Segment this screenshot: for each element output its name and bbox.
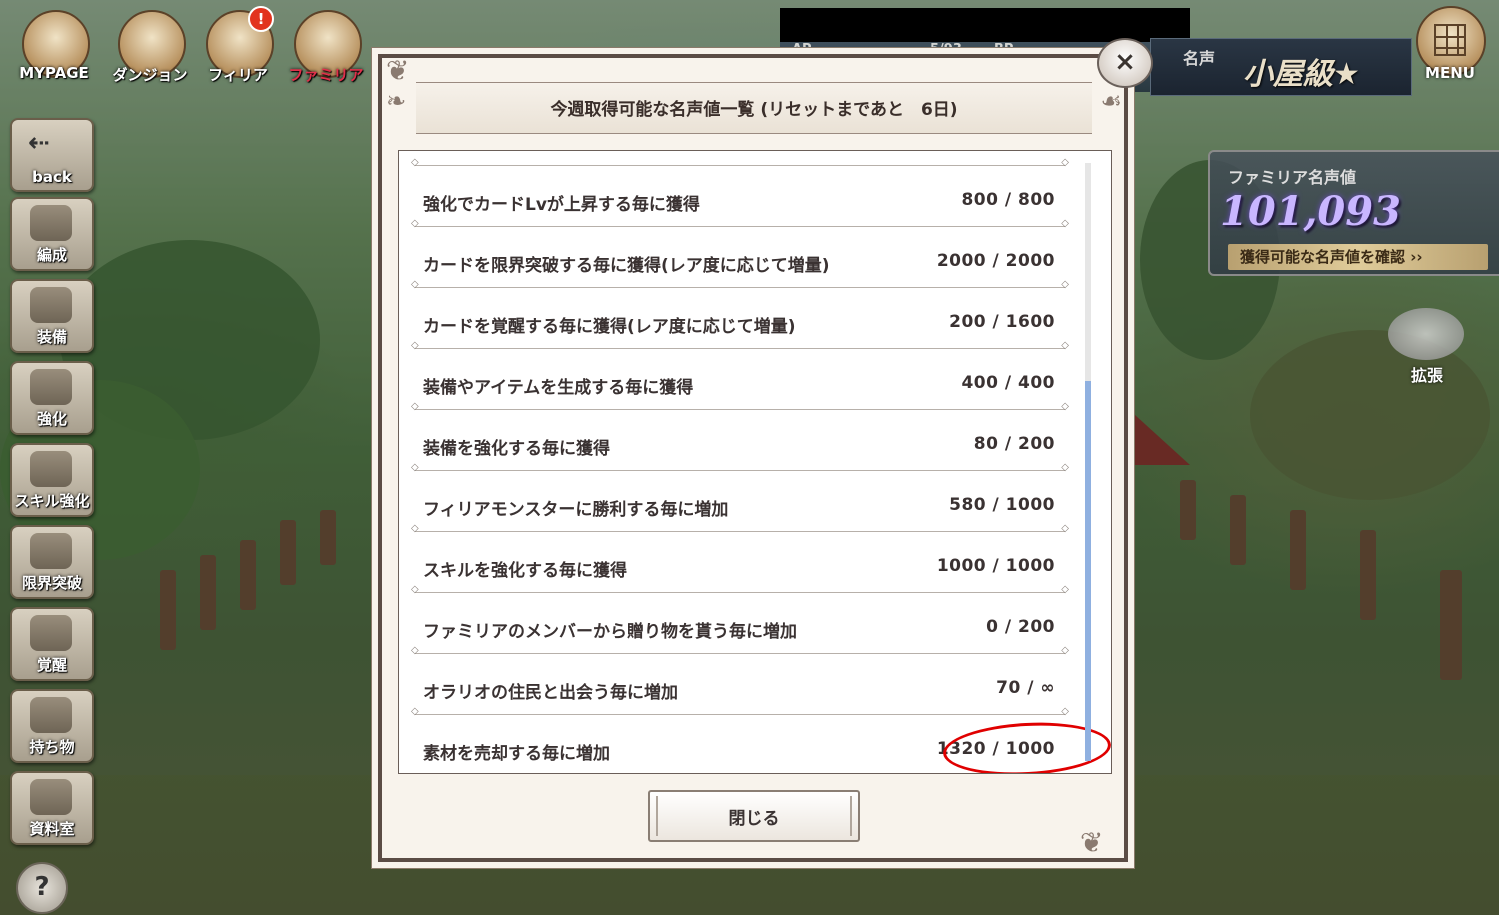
item-name: 装備を強化する毎に獲得 <box>423 439 610 459</box>
hammer-icon <box>1388 308 1464 360</box>
enhance-icon <box>30 369 72 405</box>
help-button[interactable]: ? <box>16 862 68 914</box>
item-name: 装備やアイテムを生成する毎に獲得 <box>423 378 694 398</box>
skill-icon <box>30 451 72 487</box>
ornament-icon: ❧ <box>386 87 407 115</box>
sidebar-label: back <box>32 168 72 186</box>
rank-box: 名声 小屋級★ <box>1150 38 1412 96</box>
familia-fame-panel: ファミリア名声値 101,093 獲得可能な名声値を確認 ›› <box>1208 150 1499 276</box>
menu-button[interactable]: MENU <box>1408 6 1492 92</box>
item-value: 2000 / 2000 <box>936 251 1055 271</box>
item-value: 0 / 200 <box>986 617 1055 637</box>
item-value: 80 / 200 <box>973 434 1055 454</box>
limit-break-icon <box>30 533 72 569</box>
expand-label: 拡張 <box>1410 366 1443 385</box>
sidebar-label: 編成 <box>36 246 67 264</box>
item-name: カードを限界突破する毎に獲得(レア度に応じて増量) <box>423 256 830 276</box>
close-icon[interactable]: × <box>1097 38 1153 88</box>
sidebar-item-skill[interactable]: スキル強化 <box>10 443 94 517</box>
fame-list-dialog: ❦ ❦ ❧ ☙ 今週取得可能な名声値一覧 (リセットまであと 6日) 強化でカー… <box>372 48 1134 868</box>
rank-label: 名声 <box>1183 49 1216 68</box>
item-name: オラリオの住民と出会う毎に増加 <box>423 683 678 703</box>
list-item: カードを覚醒する毎に獲得(レア度に応じて増量) 200 / 1600 <box>399 279 1079 348</box>
item-value: 580 / 1000 <box>949 495 1055 515</box>
party-icon <box>30 205 72 241</box>
sidebar-label: 持ち物 <box>29 738 75 756</box>
fame-title: ファミリア名声値 <box>1228 168 1357 187</box>
item-value: 200 / 1600 <box>949 312 1055 332</box>
sidebar-label: 限界突破 <box>21 574 82 592</box>
scrollbar[interactable] <box>1085 163 1091 761</box>
item-name: スキルを強化する毎に獲得 <box>423 561 627 581</box>
fame-value: 101,093 <box>1220 188 1401 235</box>
corner-ornament-icon: ❦ <box>386 54 410 87</box>
dialog-title: 今週取得可能な名声値一覧 (リセットまであと 6日) <box>550 100 958 120</box>
sidebar-item-enhance[interactable]: 強化 <box>10 361 94 435</box>
sidebar-label: 覚醒 <box>36 656 67 674</box>
item-value: 1000 / 1000 <box>936 556 1055 576</box>
list-item: カードを限界突破する毎に獲得(レア度に応じて増量) 2000 / 2000 <box>399 218 1079 287</box>
list-item: ファミリアのメンバーから贈り物を貰う毎に増加 0 / 200 <box>399 584 1079 653</box>
sidebar-back-button[interactable]: ⇠ back <box>10 118 94 192</box>
item-name: 素材を売却する毎に増加 <box>423 744 610 764</box>
menu-label: MENU <box>1425 64 1475 82</box>
list-item: 強化でカードLvが上昇する毎に獲得 800 / 800 <box>399 157 1079 226</box>
awaken-icon <box>30 615 72 651</box>
expand-button[interactable]: 拡張 <box>1384 300 1470 386</box>
item-value: 800 / 800 <box>961 190 1055 210</box>
grid-icon <box>1434 24 1466 56</box>
inventory-icon <box>30 697 72 733</box>
back-arrow-icon: ⇠ <box>28 128 50 158</box>
rank-value: 小屋級★ <box>1243 57 1360 92</box>
nav-familia[interactable]: ファミリア <box>284 10 368 94</box>
list-item: オラリオの住民と出会う毎に増加 70 / ∞ <box>399 645 1079 714</box>
nav-dungeon[interactable]: ダンジョン <box>108 10 192 94</box>
sidebar-label: 強化 <box>36 410 67 428</box>
nav-label: ダンジョン <box>112 66 188 84</box>
close-button-label: 閉じる <box>728 809 780 829</box>
sidebar-label: 装備 <box>36 328 67 346</box>
sidebar-item-inventory[interactable]: 持ち物 <box>10 689 94 763</box>
close-button[interactable]: 閉じる <box>648 790 860 842</box>
item-value: 400 / 400 <box>961 373 1055 393</box>
check-fame-link[interactable]: 獲得可能な名声値を確認 ›› <box>1228 244 1488 270</box>
item-name: カードを覚醒する毎に獲得(レア度に応じて増量) <box>423 317 796 337</box>
sidebar-item-equipment[interactable]: 装備 <box>10 279 94 353</box>
item-name: 強化でカードLvが上昇する毎に獲得 <box>423 195 700 215</box>
sidebar-item-awaken[interactable]: 覚醒 <box>10 607 94 681</box>
scrollbar-thumb[interactable] <box>1085 381 1091 761</box>
dialog-header: ❧ ☙ 今週取得可能な名声値一覧 (リセットまであと 6日) <box>386 82 1122 134</box>
equipment-icon <box>30 287 72 323</box>
list-item: 装備やアイテムを生成する毎に獲得 400 / 400 <box>399 340 1079 409</box>
sidebar-label: 資料室 <box>29 820 75 838</box>
nav-label: MYPAGE <box>19 64 89 82</box>
sidebar-item-limit-break[interactable]: 限界突破 <box>10 525 94 599</box>
nav-philia[interactable]: ! フィリア <box>196 6 280 94</box>
item-name: フィリアモンスターに勝利する毎に増加 <box>423 500 729 520</box>
list-item: スキルを強化する毎に獲得 1000 / 1000 <box>399 523 1079 592</box>
sidebar-item-party[interactable]: 編成 <box>10 197 94 271</box>
nav-mypage[interactable]: MYPAGE <box>12 10 96 94</box>
nav-label: ファミリア <box>288 66 364 84</box>
ornament-icon: ☙ <box>1100 87 1122 115</box>
fame-list[interactable]: 強化でカードLvが上昇する毎に獲得 800 / 800 カードを限界突破する毎に… <box>398 150 1112 774</box>
alert-badge: ! <box>248 6 274 32</box>
item-value: 70 / ∞ <box>996 678 1055 698</box>
redacted-area <box>780 8 1190 42</box>
archive-icon <box>30 779 72 815</box>
sidebar-item-archive[interactable]: 資料室 <box>10 771 94 845</box>
list-item: 装備を強化する毎に獲得 80 / 200 <box>399 401 1079 470</box>
corner-ornament-icon: ❦ <box>1080 826 1104 859</box>
sidebar-label: スキル強化 <box>14 492 90 510</box>
nav-label: フィリア <box>208 66 268 84</box>
list-item: フィリアモンスターに勝利する毎に増加 580 / 1000 <box>399 462 1079 531</box>
item-name: ファミリアのメンバーから贈り物を貰う毎に増加 <box>423 622 797 642</box>
